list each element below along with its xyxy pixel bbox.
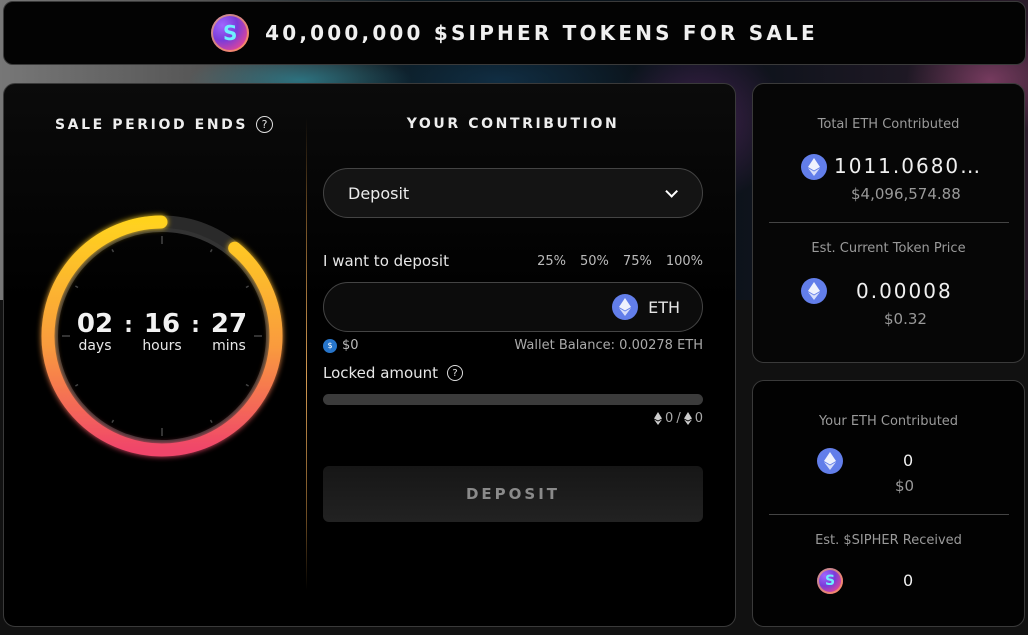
countdown-separator: : [124, 313, 133, 338]
locked-separator: / [676, 411, 681, 426]
usd-equivalent: $ $0 [323, 338, 359, 353]
token-price-label: Est. Current Token Price [811, 241, 966, 256]
ring-tick [75, 383, 79, 387]
your-eth-value: 0 [903, 451, 914, 470]
deposit-row: I want to deposit 25% 50% 75% 100% [323, 252, 703, 270]
mode-select[interactable]: Deposit [323, 168, 703, 218]
stats-divider [769, 222, 1009, 223]
ring-tick [111, 419, 115, 423]
sale-period-heading: SALE PERIOD ENDS ? [55, 116, 274, 133]
mins-label: mins [212, 338, 246, 354]
percent-75-button[interactable]: 75% [623, 254, 652, 269]
usd-value: $0 [342, 338, 359, 353]
locked-current: 0 [665, 411, 674, 426]
token-price-value: 0.00008 [856, 279, 953, 303]
days-label: days [78, 338, 112, 354]
locked-amount-heading: Locked amount ? [323, 364, 464, 382]
sipher-token-icon: S [817, 568, 843, 594]
your-eth-usd: $0 [895, 477, 915, 495]
chevron-down-icon [665, 184, 678, 198]
sipher-token-icon: S [211, 14, 250, 52]
currency-label: ETH [648, 297, 680, 317]
locked-amount-label: Locked amount [323, 364, 439, 382]
your-eth-label: Your ETH Contributed [818, 414, 959, 429]
countdown-days: 02 days [72, 308, 118, 354]
percent-options: 25% 50% 75% 100% [537, 254, 703, 269]
eth-diamond-icon [683, 412, 692, 425]
countdown-hours: 16 hours [139, 308, 185, 354]
eth-diamond-icon [654, 412, 663, 425]
column-divider [306, 118, 307, 590]
wallet-balance: Wallet Balance: 0.00278 ETH [514, 338, 703, 353]
eth-icon [801, 154, 827, 180]
help-icon[interactable]: ? [256, 116, 274, 133]
locked-values: 0 / 0 [323, 411, 703, 426]
countdown-mins: 27 mins [206, 308, 252, 354]
ring-tick [245, 285, 249, 289]
ring-tick [209, 249, 213, 253]
hours-value: 16 [143, 309, 181, 339]
locked-progress-bar [323, 394, 703, 405]
deposit-button[interactable]: DEPOSIT [323, 466, 703, 522]
ring-tick [245, 383, 249, 387]
total-eth-label: Total ETH Contributed [817, 117, 960, 132]
amount-field[interactable]: ETH [323, 282, 703, 332]
usdc-icon: $ [323, 338, 337, 353]
contribution-title: YOUR CONTRIBUTION [406, 116, 620, 132]
locked-total: 0 [694, 411, 703, 426]
sale-header: S 40,000,000 $SIPHER TOKENS FOR SALE [3, 1, 1026, 65]
mode-select-value: Deposit [348, 183, 410, 203]
stats-divider [769, 514, 1009, 515]
token-price-usd: $0.32 [884, 310, 927, 328]
ring-tick [75, 285, 79, 289]
sale-title: 40,000,000 $SIPHER TOKENS FOR SALE [265, 21, 818, 45]
percent-100-button[interactable]: 100% [666, 254, 703, 269]
eth-icon [612, 294, 639, 320]
eth-icon [801, 278, 827, 304]
sipher-received-label: Est. $SIPHER Received [815, 533, 962, 548]
days-value: 02 [76, 309, 114, 339]
total-eth-value: 1011.0680… [834, 154, 983, 178]
eth-icon [817, 448, 843, 474]
hours-label: hours [142, 338, 182, 354]
help-icon[interactable]: ? [447, 365, 464, 381]
deposit-label: I want to deposit [323, 252, 449, 270]
percent-50-button[interactable]: 50% [580, 254, 609, 269]
ring-tick [209, 419, 213, 423]
percent-25-button[interactable]: 25% [537, 254, 566, 269]
sale-period-title: SALE PERIOD ENDS [55, 116, 249, 133]
countdown-display: 02 days : 16 hours : 27 mins [72, 308, 252, 354]
countdown-separator: : [191, 313, 200, 338]
amount-info-row: $ $0 Wallet Balance: 0.00278 ETH [323, 338, 703, 353]
ring-tick [111, 249, 115, 253]
sipher-received-value: 0 [903, 571, 914, 590]
total-eth-usd: $4,096,574.88 [851, 185, 961, 203]
amount-input[interactable] [346, 297, 613, 317]
mins-value: 27 [210, 309, 248, 339]
